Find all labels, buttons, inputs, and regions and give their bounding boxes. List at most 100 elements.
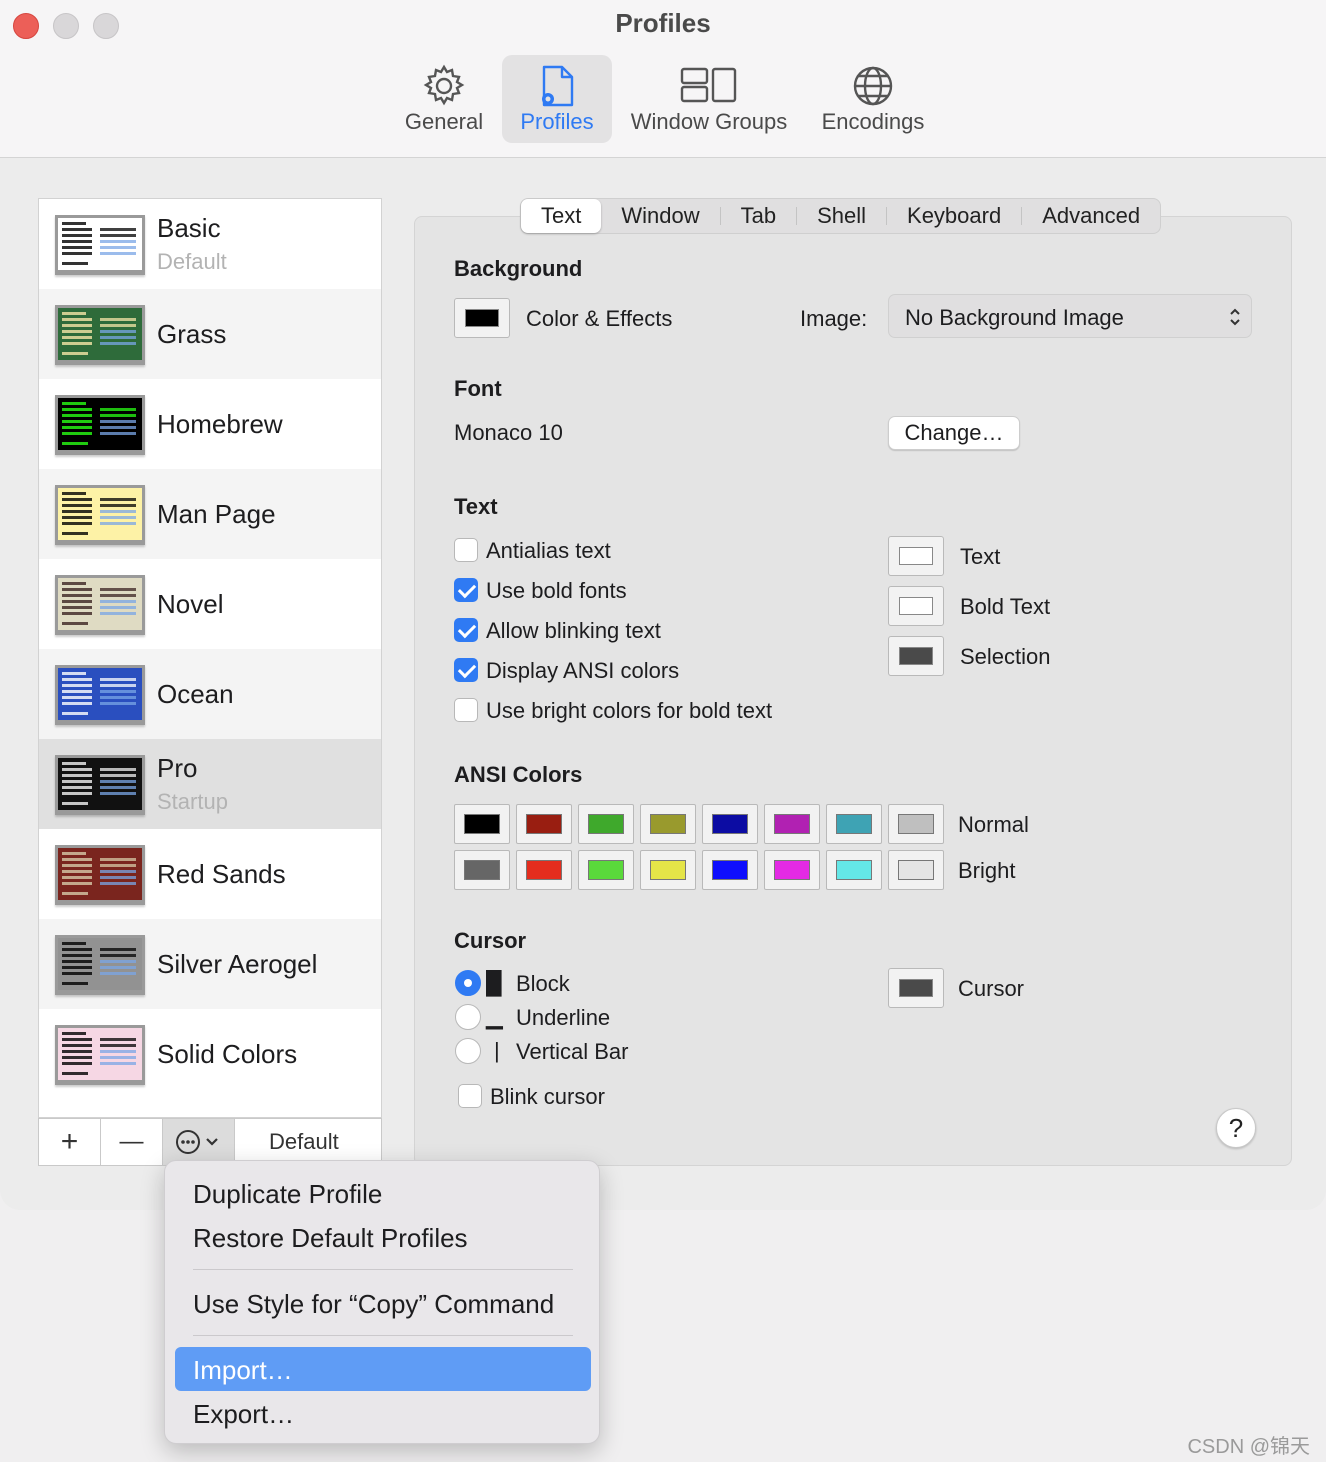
title-bar: Profiles General Profiles Window Groups … — [0, 0, 1326, 158]
text-color-label: Text — [960, 544, 1001, 569]
bold-text-color-well[interactable] — [888, 586, 944, 626]
ansi-normal-swatch-5[interactable] — [764, 804, 820, 844]
ansi-bright-swatch-1[interactable] — [516, 850, 572, 890]
profile-subtitle: Default — [157, 249, 227, 274]
tab-window[interactable]: Window — [601, 199, 719, 233]
ansi-normal-swatch-1[interactable] — [516, 804, 572, 844]
profile-name: Homebrew — [157, 409, 283, 439]
blink-cursor-label: Blink cursor — [490, 1084, 605, 1109]
font-heading: Font — [454, 376, 502, 401]
ansi-colors-label: Display ANSI colors — [486, 658, 680, 683]
ansi-normal-swatch-6[interactable] — [826, 804, 882, 844]
ansi-bright-swatch-2[interactable] — [578, 850, 634, 890]
profile-name: Solid Colors — [157, 1039, 298, 1069]
toolbar-general[interactable]: General — [392, 55, 496, 143]
menu-item-restore-default-profiles[interactable]: Restore Default Profiles — [193, 1223, 468, 1254]
profile-row-man-page[interactable]: Man Page — [39, 469, 381, 559]
profile-name: Red Sands — [157, 859, 286, 889]
gear-icon — [423, 64, 465, 106]
globe-icon — [853, 66, 893, 106]
toolbar-encodings-label: Encodings — [821, 109, 925, 134]
ellipsis-circle-icon — [175, 1130, 218, 1154]
ansi-normal-swatch-3[interactable] — [640, 804, 696, 844]
ansi-normal-swatch-4[interactable] — [702, 804, 758, 844]
set-default-button[interactable]: Default — [269, 1129, 339, 1155]
profile-name: Basic — [157, 213, 221, 243]
ansi-normal-swatch-0[interactable] — [454, 804, 510, 844]
ansi-bright-swatch-6[interactable] — [826, 850, 882, 890]
menu-item-use-style-for-copy[interactable]: Use Style for “Copy” Command — [193, 1289, 554, 1320]
profile-row-pro[interactable]: Pro Startup — [39, 739, 381, 829]
profile-thumbnail — [55, 215, 145, 275]
bright-bold-checkbox[interactable] — [454, 698, 478, 722]
toolbar-encodings[interactable]: Encodings — [812, 55, 934, 143]
cursor-color-label: Cursor — [958, 976, 1025, 1001]
menu-separator — [193, 1269, 573, 1270]
menu-item-export[interactable]: Export… — [193, 1399, 294, 1430]
bold-text-color-label: Bold Text — [960, 594, 1051, 619]
profile-name: Pro — [157, 753, 198, 783]
profile-thumbnail — [55, 1025, 145, 1085]
text-color-well[interactable] — [888, 536, 944, 576]
profile-row-red-sands[interactable]: Red Sands — [39, 829, 381, 919]
background-image-select[interactable]: No Background Image — [888, 294, 1252, 338]
cursor-underline-radio[interactable] — [455, 1004, 481, 1030]
change-font-button[interactable]: Change… — [888, 416, 1020, 450]
blink-cursor-checkbox[interactable] — [458, 1084, 482, 1108]
ansi-bright-swatch-4[interactable] — [702, 850, 758, 890]
toolbar-window-groups-label: Window Groups — [630, 109, 788, 134]
ansi-bright-label: Bright — [958, 858, 1016, 883]
profile-row-ocean[interactable]: Ocean — [39, 649, 381, 739]
cursor-color-well[interactable] — [888, 968, 944, 1008]
toolbar-window-groups[interactable]: Window Groups — [620, 55, 798, 143]
selection-color-well[interactable] — [888, 636, 944, 676]
menu-separator — [193, 1335, 573, 1336]
blinking-text-label: Allow blinking text — [486, 618, 661, 643]
tab-tab[interactable]: Tab — [721, 199, 796, 233]
tab-shell[interactable]: Shell — [797, 199, 886, 233]
ansi-bright-swatch-3[interactable] — [640, 850, 696, 890]
profile-actions-menu: Duplicate Profile Restore Default Profil… — [164, 1160, 600, 1444]
help-button[interactable]: ? — [1216, 1108, 1256, 1148]
color-effects-label: Color & Effects — [526, 306, 673, 331]
cursor-vertical-bar-label: Vertical Bar — [516, 1039, 629, 1064]
profile-name: Novel — [157, 589, 224, 619]
chevron-updown-icon — [1230, 308, 1240, 326]
profile-row-basic[interactable]: Basic Default — [39, 199, 381, 289]
menu-item-duplicate-profile[interactable]: Duplicate Profile — [193, 1179, 382, 1210]
cursor-vertical-bar-radio[interactable] — [455, 1038, 481, 1064]
ansi-bright-swatch-0[interactable] — [454, 850, 510, 890]
settings-tabs: Text Window Tab Shell Keyboard Advanced — [520, 198, 1162, 234]
background-color-well[interactable] — [454, 298, 510, 338]
toolbar-profiles[interactable]: Profiles — [502, 55, 612, 143]
antialias-checkbox[interactable] — [454, 538, 478, 562]
tab-keyboard[interactable]: Keyboard — [887, 199, 1021, 233]
window-groups-icon — [680, 67, 737, 103]
cursor-block-radio[interactable] — [455, 970, 481, 996]
remove-profile-button[interactable]: — — [101, 1119, 163, 1165]
bold-fonts-checkbox[interactable] — [454, 578, 478, 602]
profile-actions-menu-button[interactable] — [163, 1119, 235, 1165]
tab-text[interactable]: Text — [521, 199, 602, 233]
blinking-text-checkbox[interactable] — [454, 618, 478, 642]
profile-row-grass[interactable]: Grass — [39, 289, 381, 379]
ansi-normal-swatch-2[interactable] — [578, 804, 634, 844]
window-title: Profiles — [615, 8, 711, 38]
ansi-bright-swatch-5[interactable] — [764, 850, 820, 890]
profile-row-solid-colors[interactable]: Solid Colors — [39, 1009, 381, 1099]
tab-advanced[interactable]: Advanced — [1022, 199, 1160, 233]
menu-item-import[interactable]: Import… — [193, 1355, 293, 1386]
profile-name: Grass — [157, 319, 227, 349]
profile-doc-icon — [542, 65, 574, 107]
profile-row-silver-aerogel[interactable]: Silver Aerogel — [39, 919, 381, 1009]
profile-list-toolbar: + — Default — [38, 1118, 382, 1166]
profile-subtitle: Startup — [157, 789, 228, 814]
profile-row-homebrew[interactable]: Homebrew — [39, 379, 381, 469]
profile-row-novel[interactable]: Novel — [39, 559, 381, 649]
add-profile-button[interactable]: + — [39, 1119, 101, 1165]
ansi-bright-swatch-7[interactable] — [888, 850, 944, 890]
watermark: CSDN @锦天 — [1187, 1436, 1310, 1458]
ansi-normal-swatch-7[interactable] — [888, 804, 944, 844]
text-heading: Text — [454, 494, 498, 519]
ansi-colors-checkbox[interactable] — [454, 658, 478, 682]
